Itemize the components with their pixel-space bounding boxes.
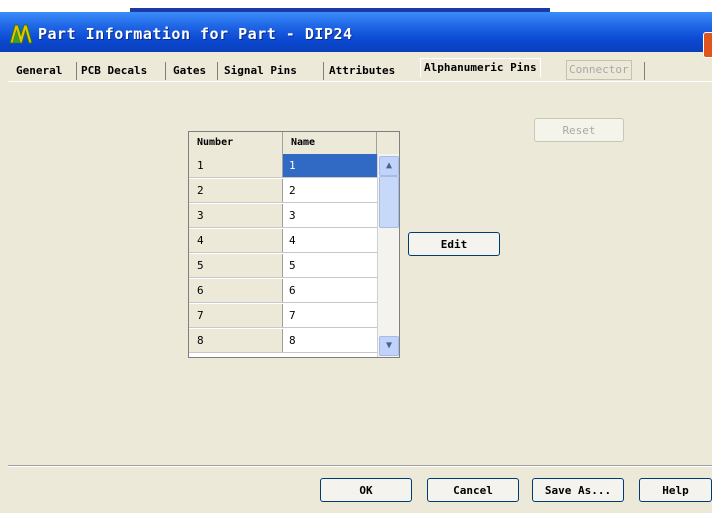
pin-name-cell[interactable]: 7 — [283, 304, 377, 327]
tab-signal-pins[interactable]: Signal Pins — [224, 62, 297, 80]
app-logo-icon — [9, 24, 33, 44]
cancel-button[interactable]: Cancel — [427, 478, 519, 502]
pin-number-cell: 1 — [189, 154, 283, 177]
grid-scrollbar[interactable]: ▲ ▼ — [377, 154, 399, 357]
grid-header: Number Name — [189, 132, 399, 155]
edit-button[interactable]: Edit — [408, 232, 500, 256]
table-row[interactable]: 55 — [189, 254, 377, 278]
scroll-up-icon[interactable]: ▲ — [379, 156, 399, 176]
tab-separator — [217, 62, 218, 80]
pin-name-cell[interactable]: 8 — [283, 329, 377, 352]
reset-button: Reset — [534, 118, 624, 142]
tab-alphanumeric-pins[interactable]: Alphanumeric Pins — [420, 58, 541, 77]
save-as-button[interactable]: Save As... — [532, 478, 624, 502]
table-row[interactable]: 66 — [189, 279, 377, 303]
pin-name-cell[interactable]: 6 — [283, 279, 377, 302]
scroll-thumb[interactable] — [379, 176, 399, 228]
tab-separator — [644, 62, 645, 80]
ok-button[interactable]: OK — [320, 478, 412, 502]
window-title: Part Information for Part - DIP24 — [38, 25, 353, 43]
title-bar[interactable]: Part Information for Part - DIP24 — [0, 12, 712, 58]
table-row[interactable]: 44 — [189, 229, 377, 253]
table-row[interactable]: 22 — [189, 179, 377, 203]
pin-name-cell[interactable]: 2 — [283, 179, 377, 202]
tab-attributes[interactable]: Attributes — [329, 62, 395, 80]
table-row[interactable]: 88 — [189, 329, 377, 353]
pin-number-cell: 5 — [189, 254, 283, 277]
pin-number-cell: 6 — [189, 279, 283, 302]
tab-panel-border — [8, 81, 712, 82]
pin-name-cell[interactable]: 3 — [283, 204, 377, 227]
pin-number-cell: 7 — [189, 304, 283, 327]
tab-connector: Connector — [566, 60, 632, 80]
top-strip — [0, 0, 712, 12]
tab-pcb-decals[interactable]: PCB Decals — [81, 62, 147, 80]
table-row[interactable]: 33 — [189, 204, 377, 228]
column-header-name[interactable]: Name — [283, 132, 377, 154]
pin-name-cell[interactable]: 1 — [283, 154, 377, 177]
pin-name-cell[interactable]: 4 — [283, 229, 377, 252]
tab-general[interactable]: General — [16, 62, 62, 80]
part-information-dialog: Part Information for Part - DIP24 Genera… — [0, 0, 712, 513]
tab-gates[interactable]: Gates — [173, 62, 206, 80]
pin-number-cell: 3 — [189, 204, 283, 227]
tab-strip: General PCB Decals Gates Signal Pins Att… — [16, 58, 666, 82]
scroll-down-icon[interactable]: ▼ — [379, 336, 399, 356]
pin-name-cell[interactable]: 5 — [283, 254, 377, 277]
pin-number-cell: 4 — [189, 229, 283, 252]
table-row[interactable]: 77 — [189, 304, 377, 328]
pin-number-cell: 2 — [189, 179, 283, 202]
alphanumeric-pins-grid[interactable]: Number Name 1122334455667788 ▲ ▼ — [188, 131, 400, 358]
help-button[interactable]: Help — [639, 478, 712, 502]
footer-divider-highlight — [8, 466, 712, 467]
pin-number-cell: 8 — [189, 329, 283, 352]
table-row[interactable]: 11 — [189, 154, 377, 178]
tab-separator — [323, 62, 324, 80]
tab-separator — [76, 62, 77, 80]
tab-separator — [165, 62, 166, 80]
column-header-number[interactable]: Number — [189, 132, 283, 154]
close-button[interactable] — [703, 32, 712, 58]
